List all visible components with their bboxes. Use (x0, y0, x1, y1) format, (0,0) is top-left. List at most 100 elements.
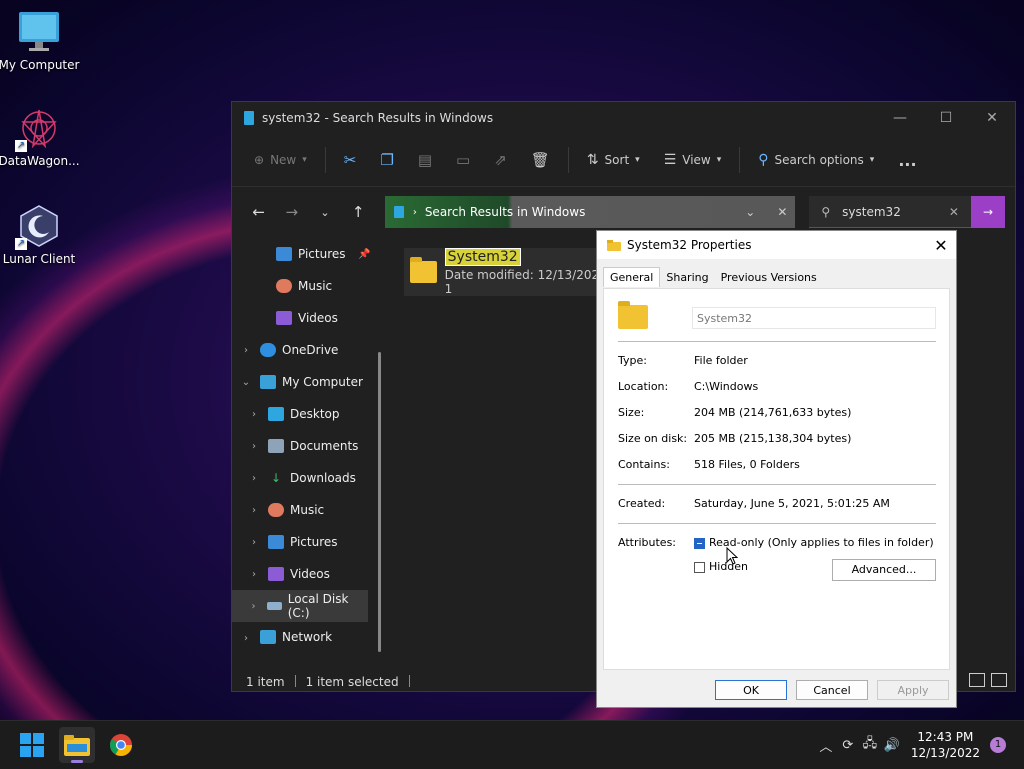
view-button[interactable]: ☰ View ▾ (652, 144, 734, 176)
cloud-icon (260, 343, 276, 357)
divider (618, 523, 936, 524)
paste-button[interactable]: ▤ (406, 144, 444, 176)
chevron-down-icon: ▾ (302, 155, 307, 165)
sidebar-item-my-computer[interactable]: ⌄ My Computer (232, 366, 382, 398)
taskbar-chrome[interactable] (103, 727, 139, 763)
desktop-icon-my-computer[interactable]: My Computer (0, 10, 81, 72)
minimize-button[interactable]: — (877, 110, 923, 126)
chevron-down-icon[interactable]: ⌄ (238, 377, 254, 388)
more-dots-icon: ... (898, 150, 917, 170)
sidebar-item-local-disk[interactable]: › Local Disk (C:) (232, 590, 368, 622)
sidebar-item-pictures[interactable]: › Pictures (232, 526, 382, 558)
clear-search-icon[interactable]: ✕ (949, 205, 959, 219)
sync-icon[interactable]: ⟳ (837, 738, 859, 753)
sidebar-item-videos-quick[interactable]: Videos (232, 302, 382, 334)
breadcrumb[interactable]: Search Results in Windows (425, 205, 586, 219)
copy-button[interactable]: ❐ (368, 144, 405, 176)
chevron-right-icon[interactable]: › (238, 633, 254, 644)
sidebar-item-desktop[interactable]: › Desktop (232, 398, 382, 430)
desktop-icon-datawagon[interactable]: ↗ DataWagon... (0, 106, 81, 168)
advanced-button[interactable]: Advanced... (832, 559, 936, 581)
notification-badge[interactable]: 1 (990, 737, 1006, 753)
properties-dialog: System32 Properties ✕ General Sharing Pr… (596, 230, 957, 708)
forward-arrow-icon[interactable]: → (275, 203, 308, 221)
clock[interactable]: 12:43 PM 12/13/2022 (911, 729, 980, 761)
network-icon[interactable]: 🖧 (859, 734, 881, 756)
property-label: Size: (618, 406, 645, 419)
chevron-right-icon[interactable]: › (238, 345, 254, 356)
sidebar-item-label: Documents (290, 439, 359, 453)
chevron-up-icon[interactable]: ︿ (815, 736, 837, 755)
folder-name-field[interactable]: System32 (692, 307, 936, 329)
cut-button[interactable]: ✂ (332, 144, 369, 176)
chevron-right-icon[interactable]: › (246, 409, 262, 420)
dialog-titlebar[interactable]: System32 Properties ✕ (597, 231, 956, 259)
details-view-icon[interactable] (969, 673, 985, 687)
chevron-down-icon[interactable]: ⌄ (745, 205, 755, 219)
hidden-checkbox[interactable]: Hidden (694, 560, 748, 573)
dialog-close-button[interactable]: ✕ (926, 236, 956, 255)
scissors-icon: ✂ (343, 151, 357, 169)
apply-button[interactable]: Apply (877, 680, 949, 700)
sort-label: Sort (604, 153, 630, 167)
desktop-icon-label: Lunar Client (2, 252, 76, 266)
chevron-right-icon[interactable]: › (246, 601, 261, 612)
sidebar-item-music[interactable]: › Music (232, 494, 382, 526)
general-tab-panel: System32 Type: File folder Location: C:\Wi… (603, 288, 950, 670)
sidebar-item-pictures-quick[interactable]: Pictures 📌 (232, 238, 382, 270)
sidebar-item-music-quick[interactable]: Music (232, 270, 382, 302)
chevron-right-icon[interactable]: › (246, 473, 262, 484)
more-options-button[interactable]: ... (886, 144, 928, 176)
share-button[interactable]: ⇗ (482, 144, 519, 176)
up-arrow-icon[interactable]: ↑ (342, 203, 375, 221)
search-box[interactable]: ⚲ system32 ✕ → (809, 195, 1005, 228)
maximize-button[interactable]: ☐ (923, 110, 969, 126)
volume-icon[interactable]: 🔊 (881, 738, 903, 753)
sidebar-item-label: Videos (298, 311, 338, 325)
chevron-right-icon[interactable]: › (246, 537, 262, 548)
results-pane: System32 Date modified: 12/13/2022 1 (404, 247, 610, 296)
sidebar-item-downloads[interactable]: › ↓ Downloads (232, 462, 382, 494)
chevron-right-icon[interactable]: › (246, 569, 262, 580)
item-date-modified: Date modified: 12/13/2022 1 (444, 267, 607, 296)
sidebar-item-videos[interactable]: › Videos (232, 558, 382, 590)
music-icon (268, 503, 284, 517)
tab-sharing[interactable]: Sharing (660, 268, 714, 287)
close-button[interactable]: ✕ (969, 110, 1015, 126)
sidebar-scrollbar[interactable] (378, 352, 381, 652)
delete-button[interactable]: 🗑 (519, 144, 562, 176)
search-input[interactable]: system32 (842, 205, 901, 219)
rename-button[interactable]: ▭ (444, 144, 482, 176)
item-name-rename-field[interactable]: System32 (444, 247, 521, 266)
explorer-titlebar[interactable]: system32 - Search Results in Windows — ☐… (232, 102, 1015, 134)
taskbar-file-explorer[interactable] (59, 727, 95, 763)
start-button[interactable] (14, 727, 50, 763)
new-button[interactable]: ⊕ New ▾ (242, 144, 319, 176)
back-arrow-icon[interactable]: ← (242, 203, 275, 221)
search-options-button[interactable]: ⚲ Search options ▾ (746, 144, 886, 176)
folder-icon (618, 301, 648, 329)
sidebar-item-onedrive[interactable]: › OneDrive (232, 334, 382, 366)
search-go-button[interactable]: → (970, 195, 1005, 228)
tab-previous-versions[interactable]: Previous Versions (715, 268, 823, 287)
list-item[interactable]: System32 Date modified: 12/13/2022 1 (404, 247, 610, 296)
sidebar-item-network[interactable]: › Network (232, 622, 382, 644)
folder-icon (607, 239, 621, 251)
chevron-right-icon[interactable]: › (246, 441, 262, 452)
property-label: Attributes: (618, 536, 677, 549)
tab-general[interactable]: General (603, 267, 661, 287)
cancel-button[interactable]: Cancel (796, 680, 868, 700)
mouse-cursor-icon (726, 547, 738, 565)
close-icon[interactable]: ✕ (777, 205, 787, 219)
ok-button[interactable]: OK (715, 680, 787, 700)
large-icons-view-icon[interactable] (991, 673, 1007, 687)
sidebar-item-documents[interactable]: › Documents (232, 430, 382, 462)
address-bar[interactable]: › Search Results in Windows ⌄ ✕ (384, 196, 796, 228)
sidebar-item-label: Downloads (290, 471, 356, 485)
recent-locations-chevron-icon[interactable]: ⌄ (308, 206, 341, 219)
chevron-right-icon[interactable]: › (246, 505, 262, 516)
sort-button[interactable]: ⇅ Sort ▾ (575, 144, 652, 176)
toolbar-divider (324, 147, 326, 173)
file-explorer-icon (64, 735, 90, 756)
desktop-icon-lunar-client[interactable]: ↗ Lunar Client (0, 204, 81, 266)
